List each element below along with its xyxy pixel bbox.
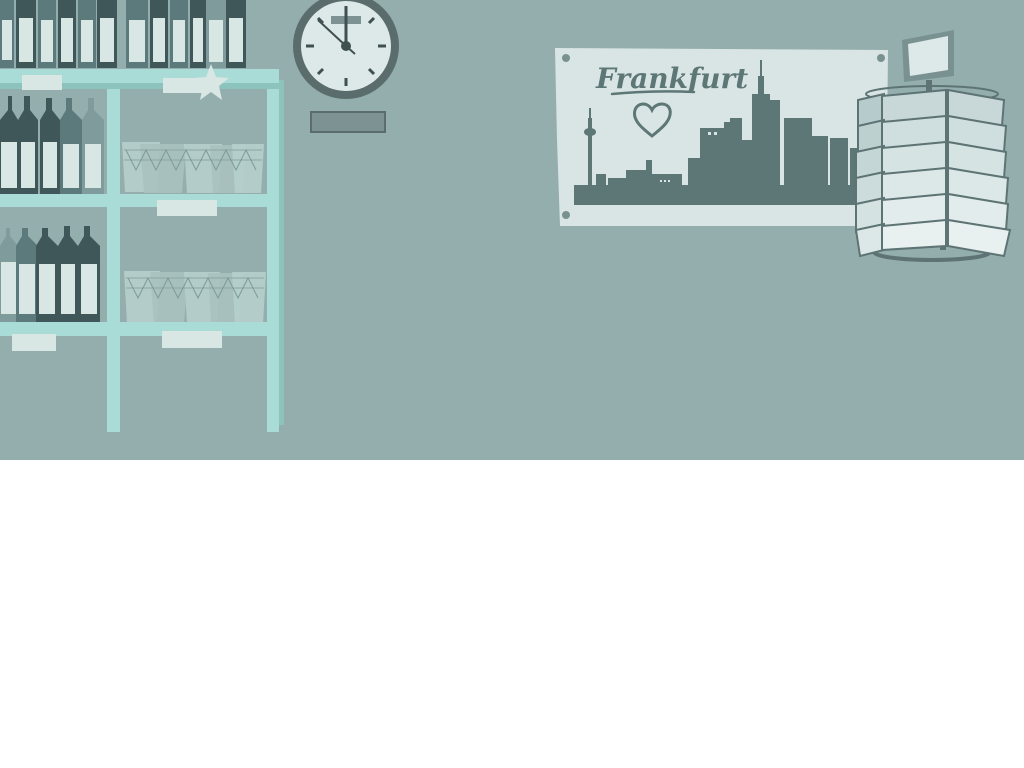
shelf-board-2: [0, 194, 279, 207]
frankfurt-poster[interactable]: Frankfurt: [555, 48, 888, 226]
postcards-left: [854, 88, 947, 258]
glasses-middle-row: [122, 142, 264, 193]
price-tag: [12, 334, 56, 351]
glasses-bottom-row: [124, 271, 266, 324]
postcards-right: [947, 88, 1012, 258]
price-tag: [22, 75, 62, 90]
shop-interior: Frankfurt: [0, 0, 1024, 460]
empty-area: [0, 460, 1024, 768]
clock-plaque: [310, 111, 386, 133]
poster-title: Frankfurt: [595, 62, 748, 95]
shelf-post-middle: [107, 70, 120, 432]
shelf-post-shadow: [279, 80, 284, 425]
price-tag: [162, 331, 222, 348]
game-scene: Frankfurt: [0, 0, 1024, 460]
price-tag: [157, 200, 217, 216]
shelf-board-3: [0, 322, 279, 336]
shelf-post-right: [267, 70, 279, 432]
